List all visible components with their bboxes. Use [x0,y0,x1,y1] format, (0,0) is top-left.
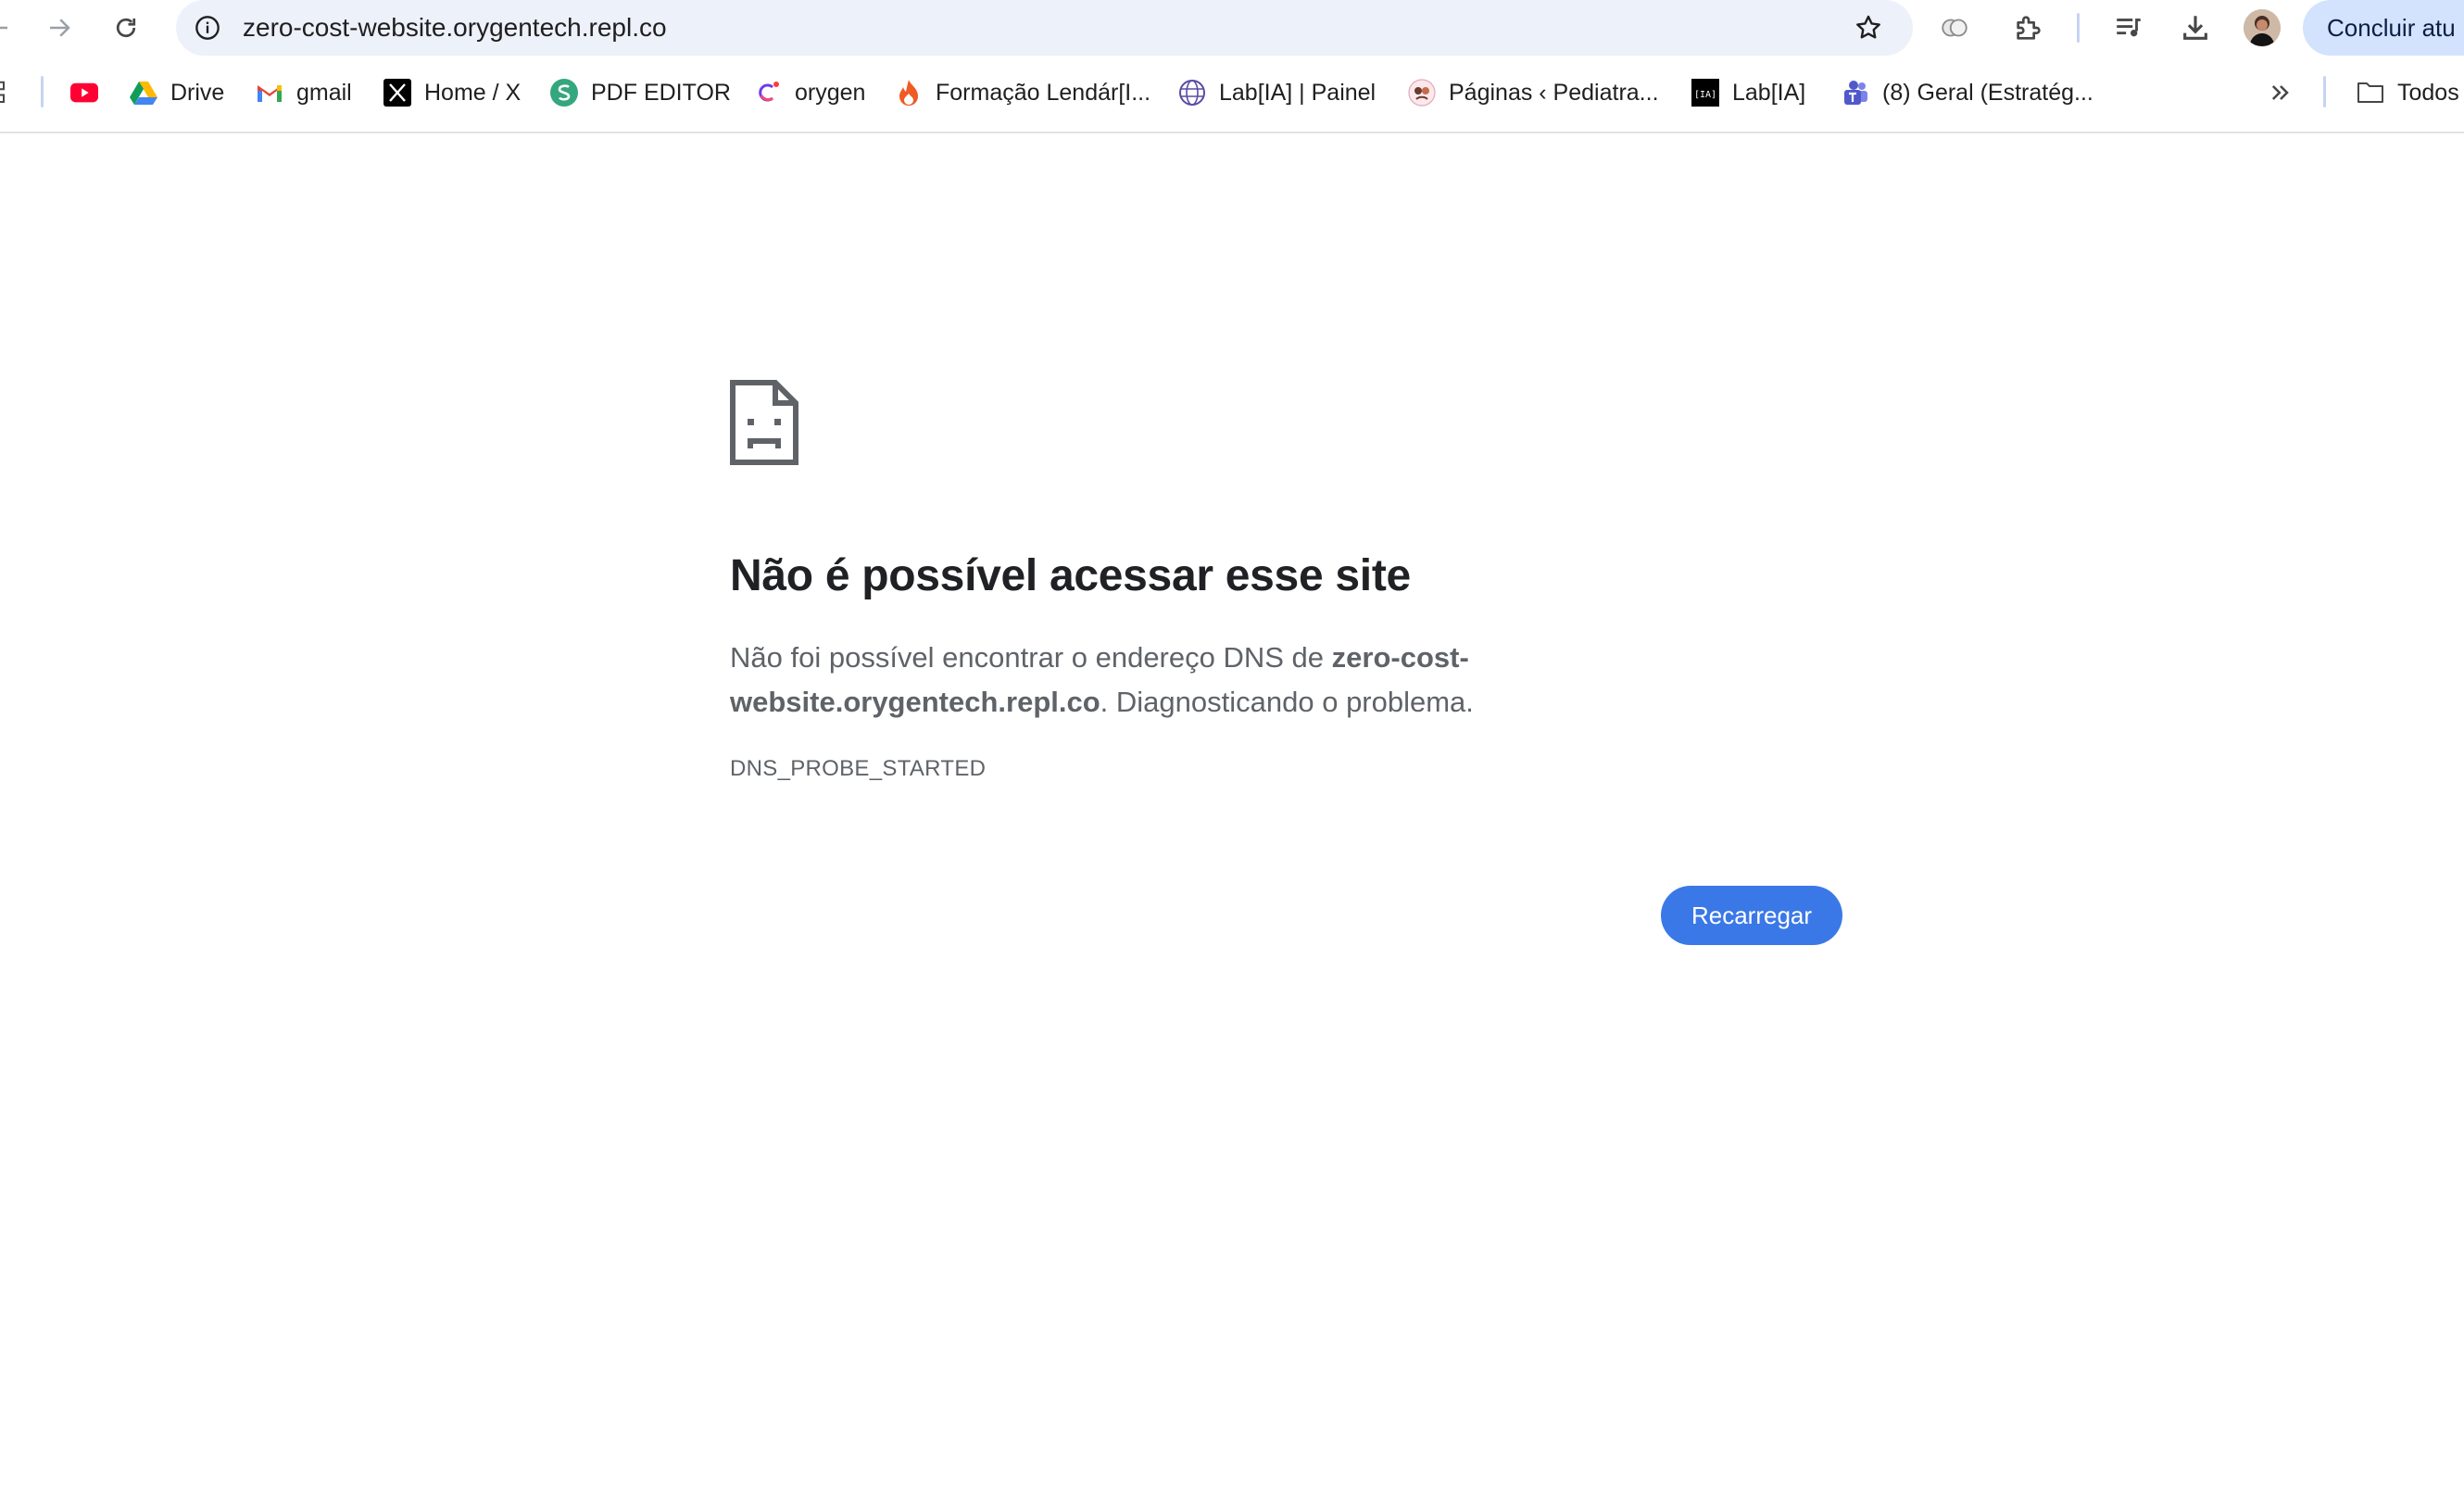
bookmarks-divider [2323,76,2326,107]
avatar-photo-icon [2244,9,2281,46]
finish-update-button[interactable]: Concluir atu [2303,0,2464,56]
youtube-icon [70,79,98,107]
reload-button[interactable]: Recarregar [1661,886,1842,945]
extensions-button[interactable] [2010,9,2047,46]
gmail-icon [256,79,283,107]
url-text[interactable]: zero-cost-website.orygentech.repl.co [243,0,667,56]
bookmark-formacao-lendaria[interactable]: Formação Lendár[I... [895,74,1150,111]
downloads-button[interactable] [2177,9,2214,46]
reload-icon [116,18,136,38]
gemini-extension-button[interactable] [1936,9,1973,46]
fire-icon [895,79,923,107]
google-drive-icon [130,79,157,107]
bookmarks-bar: Drive gmail Home / X PDF EDITOR orygen F… [0,56,2464,133]
bookmark-label: Páginas ‹ Pediatra... [1449,79,1659,106]
bookmark-gmail[interactable]: gmail [256,74,352,111]
apps-button[interactable] [0,74,15,111]
bookmark-label: Todos [2397,79,2459,106]
folder-icon [2357,79,2384,107]
bookmark-orygen[interactable]: orygen [754,74,865,111]
back-arrow-icon [0,26,7,30]
bookmark-home-x[interactable]: Home / X [383,74,521,111]
bookmark-pdf-editor[interactable]: PDF EDITOR [550,74,731,111]
star-icon [1856,15,1880,39]
queue-music-icon [2117,19,2141,37]
bookmark-label: PDF EDITOR [591,79,731,106]
bookmark-label: Home / X [424,79,522,106]
media-controls-button[interactable] [2110,9,2147,46]
address-bar[interactable]: zero-cost-website.orygentech.repl.co [176,0,1913,56]
sad-page-icon [730,380,798,465]
browser-toolbar: zero-cost-website.orygentech.repl.co Con… [0,0,2464,56]
chevrons-right-icon [2271,85,2289,100]
forward-arrow-icon [50,19,70,37]
svg-text:[IA]: [IA] [1694,90,1716,100]
error-message: Não foi possível encontrar o endereço DN… [730,636,1527,725]
browser-window: zero-cost-website.orygentech.repl.co Con… [0,0,2464,1488]
error-title: Não é possível acessar esse site [730,551,1411,600]
teams-icon [1842,79,1869,107]
bookmark-star-button[interactable] [1852,11,1885,44]
bookmark-label: Formação Lendár[I... [936,79,1151,106]
bookmark-drive[interactable]: Drive [130,74,224,111]
bookmark-teams-geral[interactable]: (8) Geral (Estratég... [1842,74,2093,111]
bookmarks-divider [41,76,44,107]
toolbar-divider [2077,13,2080,43]
pediatra-icon [1408,79,1436,107]
bookmarks-overflow-button[interactable] [2268,74,2294,111]
error-message-suffix: . Diagnosticando o problema. [1100,686,1474,718]
bookmark-labia-painel[interactable]: Lab[IA] | Painel [1178,74,1376,111]
bookmark-label: orygen [795,79,866,106]
bookmark-labia[interactable]: [IA] Lab[IA] [1691,74,1805,111]
back-button[interactable] [0,9,17,46]
bookmark-youtube[interactable] [70,74,111,111]
bookmark-label: Lab[IA] [1732,79,1806,106]
all-bookmarks-folder[interactable]: Todos [2357,74,2459,111]
bookmark-label: gmail [296,79,352,106]
profile-avatar[interactable] [2244,9,2281,46]
bookmark-label: Lab[IA] | Painel [1219,79,1377,106]
puzzle-icon [2017,16,2041,40]
pdf-editor-icon [550,79,578,107]
orygen-icon [754,79,782,107]
bookmark-label: (8) Geral (Estratég... [1882,79,2093,106]
apps-grid-icon [0,81,5,103]
bookmark-label: Drive [170,79,225,106]
bookmark-paginas-pediatra[interactable]: Páginas ‹ Pediatra... [1408,74,1659,111]
extension-blob-icon [1942,19,1967,37]
labia-icon: [IA] [1691,79,1719,107]
error-code: DNS_PROBE_STARTED [730,756,987,781]
x-icon [383,79,411,107]
globe-icon [1178,79,1206,107]
site-info-button[interactable] [193,13,222,43]
forward-button[interactable] [41,9,78,46]
info-icon [195,16,220,40]
reload-page-button[interactable] [107,9,145,46]
download-icon [2183,16,2207,40]
error-message-prefix: Não foi possível encontrar o endereço DN… [730,641,1332,674]
